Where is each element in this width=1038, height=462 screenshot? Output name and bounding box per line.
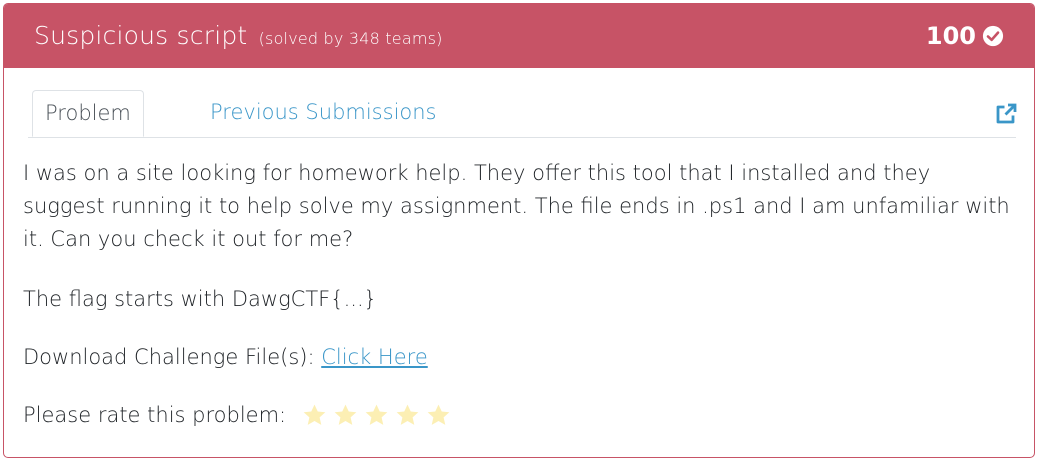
star-icon[interactable] (426, 403, 451, 428)
points-display: 100 (926, 22, 1004, 50)
star-icon[interactable] (302, 403, 327, 428)
external-link-icon[interactable] (994, 102, 1018, 126)
points-value: 100 (925, 22, 976, 50)
check-circle-icon (982, 25, 1004, 47)
rating-row: Please rate this problem: (23, 399, 1013, 432)
challenge-description: I was on a site looking for homework hel… (23, 161, 1010, 251)
download-label: Download Challenge File(s): (23, 345, 322, 369)
challenge-title: Suspicious script (solved by 348 teams) (34, 21, 443, 50)
tab-problem[interactable]: Problem (32, 90, 144, 137)
tab-bar: Problem Previous Submissions (28, 90, 1018, 138)
flag-format-hint: The flag starts with DawgCTF{...} (23, 287, 377, 311)
solved-count: (solved by 348 teams) (258, 29, 443, 48)
star-icon[interactable] (395, 403, 420, 428)
challenge-header: Suspicious script (solved by 348 teams) … (4, 4, 1034, 68)
star-icon[interactable] (364, 403, 389, 428)
download-line: Download Challenge File(s): Click Here (23, 341, 1013, 374)
tab-previous-submissions[interactable]: Previous Submissions (210, 90, 437, 137)
rating-stars (302, 403, 451, 428)
star-icon[interactable] (333, 403, 358, 428)
rating-label: Please rate this problem: (23, 403, 287, 427)
download-link[interactable]: Click Here (321, 345, 428, 369)
challenge-name: Suspicious script (34, 21, 248, 50)
